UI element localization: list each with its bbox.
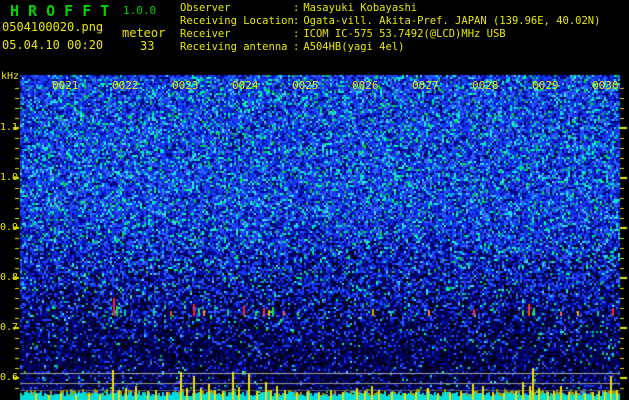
info-row-receiver: Receiver: ICOM IC-575 53.7492(@LCD)MHz US…: [180, 28, 600, 41]
y-tick-label: 0.7: [0, 322, 19, 333]
y-tick-label: 0.9: [0, 222, 19, 233]
app-title: H R O F F T: [10, 2, 110, 20]
x-tick-label: 0022: [112, 79, 139, 92]
x-tick-label: 0027: [412, 79, 439, 92]
info-value: A504HB(yagi 4el): [303, 41, 405, 53]
info-colon: :: [293, 28, 300, 40]
meteor-count: 33: [140, 39, 155, 53]
info-colon: :: [293, 2, 300, 14]
y-axis-unit-label: kHz: [1, 71, 20, 82]
x-tick-label: 0025: [292, 79, 319, 92]
app-version: 1.0.0: [123, 4, 157, 17]
datetime-label: 05.04.10 00:20: [2, 38, 104, 52]
spectrogram-canvas: [0, 0, 629, 400]
x-tick-label: 0024: [232, 79, 259, 92]
info-row-antenna: Receiving antenna: A504HB(yagi 4el): [180, 41, 600, 54]
info-key: Receiving Location: [180, 15, 294, 27]
x-tick-label: 0026: [352, 79, 379, 92]
x-tick-label: 0023: [172, 79, 199, 92]
output-filename: 0504100020.png: [2, 20, 104, 34]
info-value: ICOM IC-575 53.7492(@LCD)MHz USB: [303, 28, 506, 40]
station-info: Observer: Masayuki Kobayashi Receiving Lo…: [180, 2, 600, 54]
mode-label: meteor: [122, 26, 166, 40]
info-colon: :: [293, 41, 300, 53]
info-colon: :: [293, 15, 300, 27]
info-value: Ogata-vill. Akita-Pref. JAPAN (139.96E, …: [303, 15, 601, 27]
hrofft-screen: H R O F F T 1.0.0 0504100020.png meteor …: [0, 0, 629, 400]
x-tick-label: 0029: [532, 79, 559, 92]
info-row-observer: Observer: Masayuki Kobayashi: [180, 2, 600, 15]
y-tick-label: 0.8: [0, 272, 19, 283]
y-tick-label: 1.0: [0, 172, 19, 183]
info-key: Receiving antenna: [180, 41, 288, 53]
x-tick-label: 0028: [472, 79, 499, 92]
info-value: Masayuki Kobayashi: [303, 2, 418, 14]
y-tick-label: 0.6: [0, 372, 19, 383]
info-key: Receiver: [180, 28, 231, 40]
y-tick-label: 1.1: [0, 122, 19, 133]
x-tick-label: 0030: [592, 79, 619, 92]
info-row-location: Receiving Location: Ogata-vill. Akita-Pre…: [180, 15, 600, 28]
info-key: Observer: [180, 2, 231, 14]
x-tick-label: 0021: [52, 79, 79, 92]
